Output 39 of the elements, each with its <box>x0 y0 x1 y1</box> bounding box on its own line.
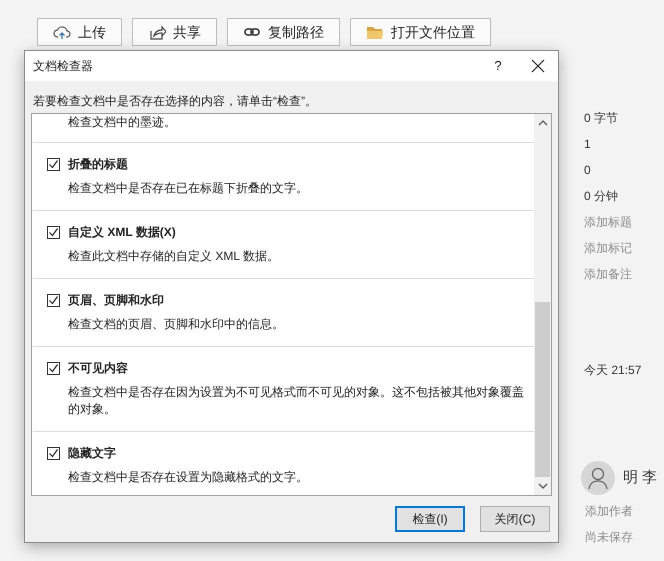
option-description: 检查文档中是否存在设置为隐藏格式的文字。 <box>67 469 309 486</box>
option-title: 不可见内容 <box>68 360 128 377</box>
property-value: 0 <box>584 162 592 179</box>
property-value: 0 字节 <box>584 110 620 127</box>
option-title: 折叠的标题 <box>68 156 128 173</box>
toolbar-button[interactable]: 打开文件位置 <box>350 18 491 46</box>
dialog-button[interactable]: 关闭(C) <box>480 506 550 532</box>
option-description: 检查此文档中存储的自定义 XML 数据。 <box>67 248 280 265</box>
scroll-up-icon[interactable] <box>538 119 548 127</box>
checkbox[interactable] <box>47 158 60 170</box>
option-title: 自定义 XML 数据(X) <box>68 224 176 241</box>
property-value: 0 分钟 <box>584 188 620 205</box>
scrollbar[interactable] <box>534 114 551 495</box>
option-title: 页眉、页脚和水印 <box>68 292 164 309</box>
option-description: 检查文档的页眉、页脚和水印中的信息。 <box>67 316 285 333</box>
scroll-thumb[interactable] <box>535 302 550 477</box>
instruction-text: 若要检查文档中是否存在选择的内容，请单击“检查”。 <box>32 93 318 110</box>
checkbox[interactable] <box>47 446 60 460</box>
help-button[interactable]: ? <box>486 56 510 76</box>
toolbar-button[interactable]: 上传 <box>37 18 122 46</box>
checkbox[interactable] <box>47 362 60 374</box>
author-name: 明 李 <box>623 468 658 488</box>
option-title: 隐藏文字 <box>68 445 116 462</box>
toolbar-button[interactable]: 复制路径 <box>227 18 340 46</box>
checkbox[interactable] <box>47 294 60 306</box>
dialog-title: 文档检查器 <box>33 58 94 75</box>
property-value: 1 <box>584 136 592 153</box>
checkbox[interactable] <box>47 226 60 238</box>
option-description: 检查文档中是否存在因为设置为不可见格式而不可见的对象。这不包括被其他对象覆盖的对象。 <box>67 384 525 418</box>
close-icon[interactable] <box>530 58 546 74</box>
scroll-down-icon[interactable] <box>538 482 548 490</box>
share-icon <box>148 23 166 41</box>
dialog-button[interactable]: 检查(I) <box>395 506 465 532</box>
save-status: 尚未保存 <box>585 529 634 546</box>
modified-date: 今天 21:57 <box>584 362 642 379</box>
option-description: 检查文档中的墨迹。 <box>67 114 177 131</box>
toolbar-button[interactable]: 共享 <box>132 18 217 46</box>
avatar-icon <box>581 461 615 495</box>
option-description: 检查文档中是否存在已在标题下折叠的文字。 <box>67 180 309 197</box>
